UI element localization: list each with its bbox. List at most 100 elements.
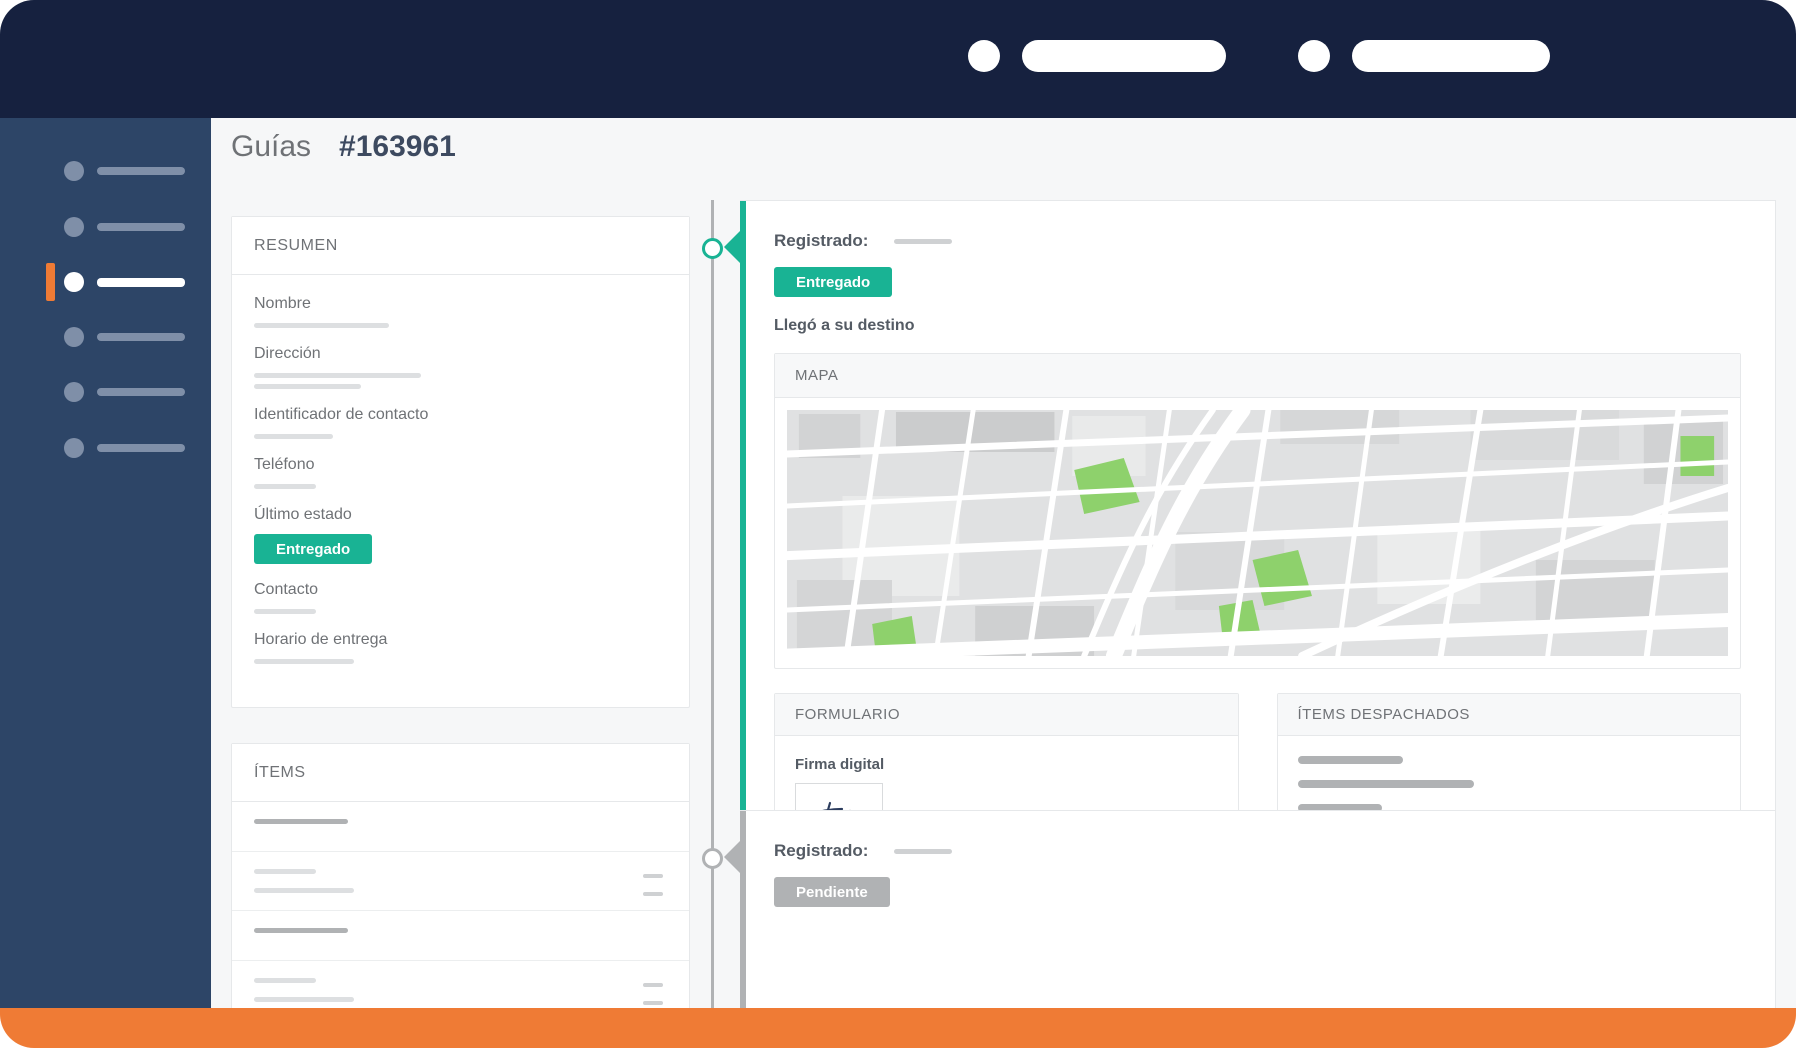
summary-field-value-placeholder [254,659,354,664]
dispatched-item-placeholder [1297,756,1403,764]
sidebar-item-dot-icon [64,161,84,181]
sidebar-item-label-placeholder [97,333,185,341]
items-row-quantity-dash [643,983,663,987]
items-list-row[interactable] [232,911,689,961]
timeline-node-delivered[interactable] [702,238,723,259]
timeline-entry-pending: Registrado: Pendiente [724,810,1776,1010]
left-column: RESUMEN Nombre Dirección Identificador de … [231,216,690,1048]
sidebar-item-label-placeholder [97,388,185,396]
form-card-header: FORMULARIO [775,694,1238,736]
map-pin-icon [1453,458,1728,656]
chrome-circle-icon [1298,40,1330,72]
summary-field: Horario de entrega [254,631,667,664]
sidebar-item-dot-icon [64,272,84,292]
page-header: Guías #163961 [231,130,456,164]
summary-field-value-placeholder [254,434,333,439]
items-list-row[interactable] [232,852,689,911]
summary-field: Último estado Entregado [254,506,667,564]
summary-field-label: Dirección [254,345,321,362]
chrome-placeholder-group-1 [968,40,1226,72]
summary-field: Contacto [254,581,667,614]
sidebar-item-1[interactable] [0,160,211,182]
status-badge-pending[interactable]: Pendiente [774,877,890,907]
summary-field-label: Nombre [254,295,311,312]
timeline-arrow-icon [724,230,741,264]
map-card-header: MAPA [775,354,1740,398]
summary-field-label: Identificador de contacto [254,406,429,423]
items-row-placeholder [254,869,316,874]
summary-card-title: RESUMEN [254,236,338,254]
browser-chrome [0,0,1796,118]
summary-field-label: Último estado [254,506,352,523]
items-row-placeholder [254,978,316,983]
timeline-axis [711,200,714,1010]
summary-card-header: RESUMEN [232,217,689,275]
summary-field: Nombre [254,295,667,328]
map-card: MAPA [774,353,1741,669]
status-badge-delivered[interactable]: Entregado [774,267,893,297]
registrado-value-placeholder [894,848,953,854]
items-card-title: ÍTEMS [254,763,306,781]
dispatched-items-title: ÍTEMS DESPACHADOS [1297,706,1470,723]
sidebar-item-dot-icon [64,382,84,402]
timeline-node-pending[interactable] [702,848,723,869]
summary-field: Teléfono [254,456,667,489]
items-row-placeholder [254,928,348,933]
sidebar-item-label-placeholder [97,277,185,287]
items-row-placeholder [254,819,348,824]
registrado-line: Registrado: [774,231,1741,251]
map-card-title: MAPA [795,367,839,384]
sidebar-item-label-placeholder [97,444,185,452]
summary-field-value-placeholder [254,384,361,389]
registrado-value-placeholder [894,238,953,244]
status-description: Llegó a su destino [774,317,915,334]
items-row-quantity-dash [643,874,663,878]
summary-field-value-placeholder [254,484,316,489]
main-content: Guías #163961 RESUMEN Nombre Dirección Ide… [211,118,1796,1048]
summary-field-label: Horario de entrega [254,631,388,648]
sidebar-item-label-placeholder [97,223,185,231]
items-row-quantity-dash [643,1001,663,1005]
map-canvas[interactable] [787,410,1728,656]
items-row-placeholder [254,888,354,893]
summary-field-value-placeholder [254,323,389,328]
items-card-header: ÍTEMS [232,744,689,802]
summary-field: Identificador de contacto [254,406,667,439]
sidebar-item-dot-icon [64,217,84,237]
summary-field: Dirección [254,345,667,389]
dispatched-items-header: ÍTEMS DESPACHADOS [1277,694,1740,736]
summary-card-body: Nombre Dirección Identificador de contacto… [232,275,689,707]
app-window: Guías #163961 RESUMEN Nombre Dirección Ide… [0,0,1796,1048]
summary-status-badge[interactable]: Entregado [254,534,373,564]
registrado-line: Registrado: [774,841,1741,861]
summary-field-label: Contacto [254,581,319,598]
summary-field-label: Teléfono [254,456,315,473]
chrome-pill-placeholder [1022,40,1226,72]
items-card: ÍTEMS [231,743,690,1048]
sidebar-item-5[interactable] [0,381,211,403]
chrome-pill-placeholder [1352,40,1550,72]
summary-card: RESUMEN Nombre Dirección Identificador de … [231,216,690,708]
items-list-row[interactable] [232,802,689,852]
registrado-label: Registrado: [774,231,869,250]
page-title: Guías [231,130,312,163]
sidebar-item-2[interactable] [0,216,211,238]
chrome-circle-icon [968,40,1000,72]
dispatched-item-placeholder [1297,780,1474,788]
sidebar-item-dot-icon [64,438,84,458]
sidebar-active-indicator [46,263,55,301]
sidebar-item-4[interactable] [0,326,211,348]
sidebar-item-3[interactable] [0,263,211,301]
chrome-placeholder-group-2 [1298,40,1550,72]
record-id: #163961 [339,130,456,163]
items-row-quantity-dash [643,892,663,896]
sidebar-item-dot-icon [64,327,84,347]
timeline-arrow-icon [724,840,741,874]
sidebar [0,118,211,1008]
sidebar-item-6[interactable] [0,437,211,459]
registrado-label: Registrado: [774,841,869,860]
footer-band [0,1008,1796,1048]
summary-field-value-placeholder [254,609,316,614]
sidebar-item-label-placeholder [97,167,185,175]
form-card-title: FORMULARIO [795,706,901,723]
